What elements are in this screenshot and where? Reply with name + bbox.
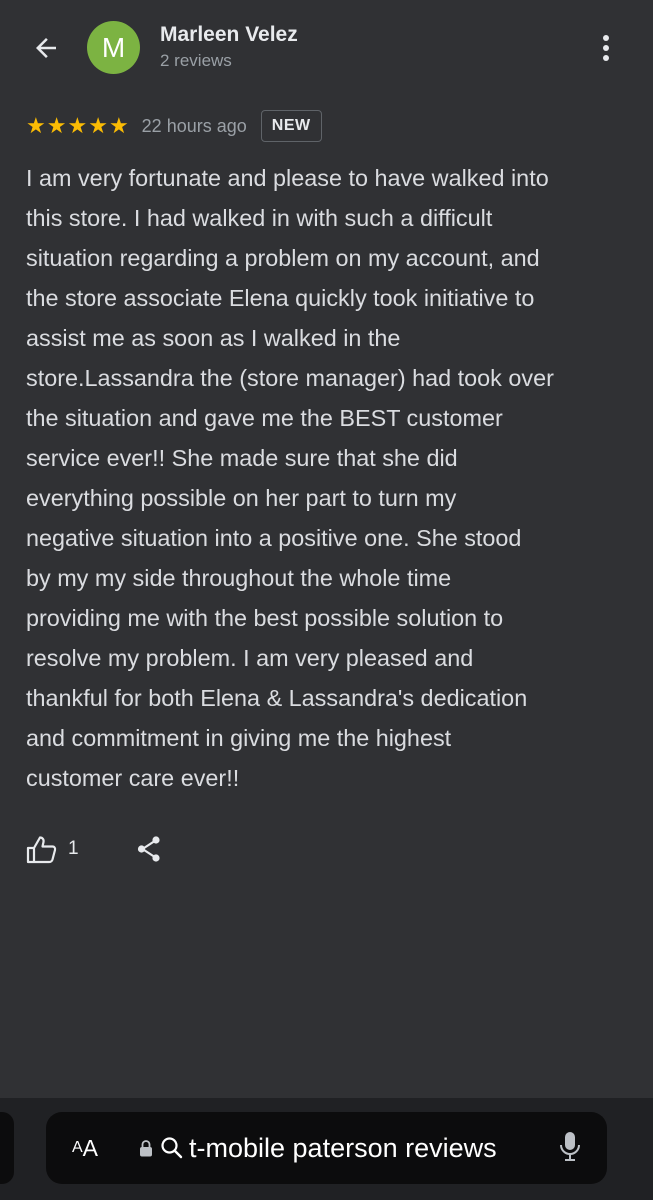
review-time: 22 hours ago <box>141 115 247 136</box>
star-icon: ★ <box>67 113 88 138</box>
like-count: 1 <box>68 838 79 859</box>
review-header: M Marleen Velez 2 reviews <box>0 0 653 100</box>
review-actions: 1 <box>26 829 163 869</box>
more-vert-icon <box>603 35 609 61</box>
star-icon: ★ <box>46 113 67 138</box>
reader-mode-button[interactable]: AA <box>72 1112 98 1184</box>
address-bar[interactable]: AA t-mobile paterson reviews <box>46 1112 607 1184</box>
review-text: I am very fortunate and please to have w… <box>26 165 554 791</box>
share-icon <box>137 836 160 862</box>
share-button[interactable] <box>135 835 163 863</box>
browser-toolbar: AA t-mobile paterson reviews <box>0 1098 653 1200</box>
avatar[interactable]: M <box>87 21 140 74</box>
star-rating: ★ ★ ★ ★ ★ <box>26 115 129 137</box>
star-icon: ★ <box>26 113 46 138</box>
thumbs-up-icon <box>26 835 57 863</box>
reader-big-letter: A <box>82 1134 99 1161</box>
reader-small-letter: A <box>72 1139 83 1156</box>
search-icon <box>161 1137 183 1159</box>
back-button[interactable] <box>26 28 66 68</box>
reviewer-name[interactable]: Marleen Velez <box>160 23 298 47</box>
arrow-left-icon <box>36 38 56 58</box>
lock-icon <box>140 1140 152 1157</box>
rating-row: ★ ★ ★ ★ ★ 22 hours ago NEW <box>26 108 322 144</box>
more-options-button[interactable] <box>588 28 624 68</box>
star-icon: ★ <box>108 113 129 138</box>
star-icon: ★ <box>88 113 108 138</box>
previous-tab-edge[interactable] <box>0 1112 14 1184</box>
url-text[interactable]: t-mobile paterson reviews <box>189 1112 497 1184</box>
like-button[interactable]: 1 <box>26 835 79 864</box>
reviewer-review-count: 2 reviews <box>160 51 232 70</box>
new-badge: NEW <box>260 110 322 142</box>
microphone-icon[interactable] <box>558 1131 582 1165</box>
